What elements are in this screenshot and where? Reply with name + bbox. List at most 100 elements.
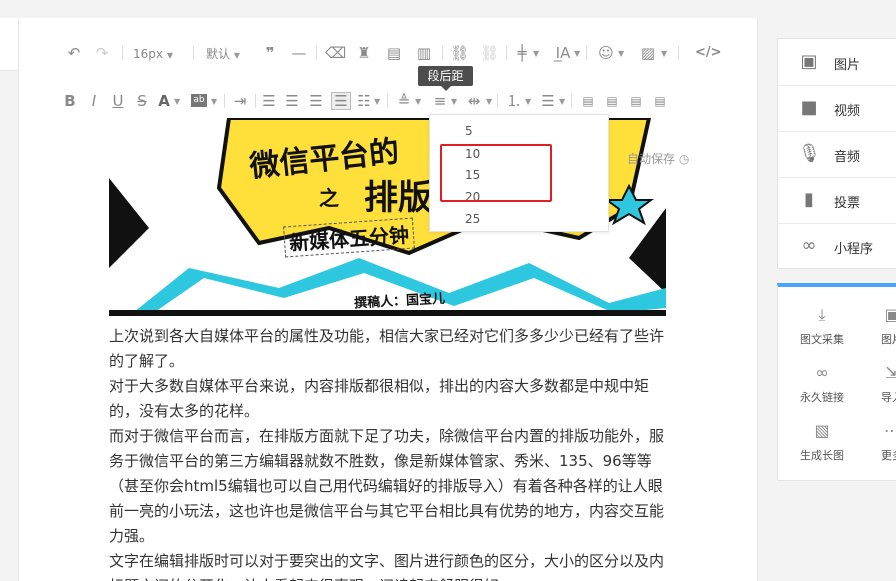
separator (193, 46, 194, 60)
horizontal-rule-icon[interactable]: — (290, 45, 308, 61)
sidebar-item-label: 图片 (834, 58, 861, 73)
separator (497, 94, 498, 108)
tool-permanent-link[interactable]: ∞ 永久链接 (782, 363, 862, 405)
banner-title-line2-small: 之 (319, 186, 339, 210)
sidebar-item-miniprogram[interactable]: ∞ 小程序 (778, 223, 896, 269)
chevron-down-icon[interactable]: ▼ (415, 97, 421, 106)
separator (255, 94, 256, 108)
article-body[interactable]: 上次说到各大自媒体平台的属性及功能，相信大家已经对它们多多少少已经有了些许的了解… (109, 324, 675, 581)
unordered-list-icon[interactable]: ☰ (539, 93, 557, 109)
indent-icon[interactable]: ⇥ (231, 93, 249, 109)
tool-label: 生成长图 (800, 449, 844, 462)
chevron-down-icon[interactable]: ▼ (174, 97, 180, 106)
chevron-down-icon[interactable]: ▼ (661, 49, 667, 58)
font-family-value: 默认 (206, 47, 231, 61)
code-view-icon[interactable]: </> (695, 45, 722, 61)
left-strip (0, 18, 18, 71)
image-insert-icon[interactable]: ▨ (639, 45, 657, 61)
tool-long-image[interactable]: ▧ 生成长图 (782, 421, 862, 463)
tool-import[interactable]: ⇲ 导入 (852, 363, 896, 405)
bold-icon[interactable]: B (61, 93, 79, 109)
separator (387, 94, 388, 108)
tool-label: 永久链接 (800, 391, 844, 404)
import-icon: ⇲ (885, 363, 896, 382)
sidebar-item-label: 音频 (834, 150, 861, 165)
letter-spacing-icon[interactable]: I̲A (554, 45, 572, 61)
font-family-select[interactable]: 默认 ▼ (206, 46, 240, 64)
chevron-down-icon: ▼ (233, 51, 240, 60)
image-icon: ▣ (884, 305, 896, 324)
top-bar (0, 0, 896, 18)
sidebar-item-video[interactable]: ■ 视频 (778, 85, 896, 132)
float-left-icon[interactable]: ▤ (579, 93, 597, 109)
link-icon: ∞ (801, 235, 817, 256)
more-icon: ⋯ (884, 421, 896, 440)
chevron-down-icon[interactable]: ▼ (374, 97, 380, 106)
font-color-icon[interactable]: A (155, 93, 173, 109)
float-right-icon[interactable]: ▤ (627, 93, 645, 109)
template-icon[interactable]: ▥ (415, 45, 433, 61)
background-color-icon[interactable]: ab (191, 94, 207, 107)
paragraph-after-icon[interactable]: ≡ (431, 93, 449, 109)
ordered-list-icon[interactable]: ⒈ (505, 93, 523, 109)
align-justify-icon[interactable]: ☰ (331, 92, 351, 110)
sidebar-item-vote[interactable]: ▮ 投票 (778, 177, 896, 224)
line-height-icon[interactable]: ☷ (355, 93, 373, 109)
float-none-icon[interactable]: ▤ (603, 93, 621, 109)
link-icon[interactable]: ⛓ (450, 45, 469, 61)
dropdown-option[interactable]: 25 (465, 212, 480, 226)
clock-icon: ◷ (678, 152, 690, 166)
paragraph: 而对于微信平台而言，在排版方面就下足了功夫，除微信平台内置的排版功能外，服务于微… (109, 427, 665, 545)
tool-image[interactable]: ▣ 图片 (852, 305, 896, 347)
indent-spacing-icon[interactable]: ⇹ (465, 93, 483, 109)
chevron-down-icon[interactable]: ▼ (533, 49, 539, 58)
sidebar-item-label: 小程序 (834, 242, 874, 257)
paragraph: 文字在编辑排版时可以对于要突出的文字、图片进行颜色的区分，大小的区分以及内标题之… (109, 552, 665, 581)
video-icon: ■ (800, 97, 818, 118)
chevron-down-icon[interactable]: ▼ (451, 97, 457, 106)
sidebar-item-label: 视频 (834, 104, 861, 119)
align-left-icon[interactable]: ☰ (260, 93, 278, 109)
microphone-icon: 🎙 (798, 143, 821, 164)
tool-label: 图片 (881, 333, 896, 346)
tool-article-collect[interactable]: ⤓ 图文采集 (782, 305, 862, 347)
font-size-select[interactable]: 16px ▼ (133, 46, 173, 64)
separator (122, 46, 123, 60)
separator (316, 46, 317, 60)
separator (571, 94, 572, 108)
chevron-down-icon: ▼ (166, 51, 173, 60)
table-icon[interactable]: ╪ (513, 45, 531, 61)
align-right-icon[interactable]: ☰ (307, 93, 325, 109)
sidebar-item-label: 投票 (834, 196, 861, 211)
long-image-icon: ▧ (814, 421, 830, 440)
quote-icon[interactable]: ❞ (261, 45, 279, 61)
paragraph-before-icon[interactable]: ≜ (395, 93, 413, 109)
sidebar-item-image[interactable]: ▣ 图片 (778, 39, 896, 86)
float-center-icon[interactable]: ▤ (651, 93, 669, 109)
chevron-down-icon[interactable]: ▼ (525, 97, 531, 106)
chevron-down-icon[interactable]: ▼ (559, 97, 565, 106)
redo-icon[interactable]: ↷ (93, 45, 111, 61)
emoji-icon[interactable]: ☺ (597, 45, 615, 61)
align-center-icon[interactable]: ☰ (283, 93, 301, 109)
editor-panel: ↶ ↷ 16px ▼ 默认 ▼ ❞ — ⌫ ♜ ▤ ▥ ⛓ ⛓ ╪ ▼ I̲A … (18, 18, 758, 581)
undo-icon[interactable]: ↶ (65, 45, 83, 61)
clear-format-icon[interactable]: ♜ (355, 45, 373, 61)
insert-paragraph-icon[interactable]: ▤ (385, 45, 403, 61)
sidebar-item-audio[interactable]: 🎙 音频 (778, 131, 896, 178)
italic-icon[interactable]: I (85, 93, 103, 109)
unlink-icon[interactable]: ⛓ (480, 45, 499, 61)
bar-chart-icon: ▮ (804, 189, 814, 210)
strikethrough-icon[interactable]: S (133, 93, 151, 109)
download-icon: ⤓ (818, 305, 826, 324)
chevron-down-icon[interactable]: ▼ (486, 97, 492, 106)
underline-icon[interactable]: U (109, 93, 127, 109)
chevron-down-icon[interactable]: ▼ (211, 97, 217, 106)
format-painter-icon[interactable]: ⌫ (325, 45, 346, 61)
separator (506, 46, 507, 60)
dropdown-option[interactable]: 5 (465, 124, 473, 138)
tools-sidebar: ⤓ 图文采集 ▣ 图片 ∞ 永久链接 ⇲ 导入 ▧ 生成长图 ⋯ 更多 (777, 283, 896, 481)
chevron-down-icon[interactable]: ▼ (618, 49, 624, 58)
chevron-down-icon[interactable]: ▼ (574, 49, 580, 58)
tool-more[interactable]: ⋯ 更多 (852, 421, 896, 463)
